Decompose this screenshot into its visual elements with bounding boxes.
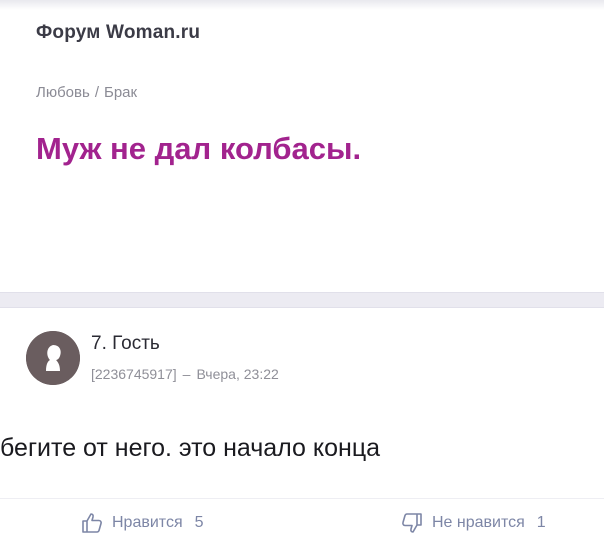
breadcrumb-separator: / (94, 84, 99, 101)
post-time: Вчера, 23:22 (196, 366, 279, 382)
like-button[interactable]: Нравится 5 (80, 510, 204, 536)
post-body: бегите от него. это начало конца (0, 434, 381, 462)
topic-title: Муж не дал колбасы. (36, 131, 362, 166)
avatar[interactable] (26, 331, 80, 385)
breadcrumb-item-marriage[interactable]: Брак (104, 84, 137, 101)
thumbs-down-icon (402, 513, 422, 533)
thumbs-up-icon (82, 513, 102, 533)
like-label: Нравится (112, 514, 183, 531)
post-author: 7. Гость (91, 333, 160, 354)
dislike-button[interactable]: Не нравится 1 (400, 510, 546, 536)
breadcrumb-item-love[interactable]: Любовь (36, 84, 90, 101)
dislike-label: Не нравится (432, 514, 525, 531)
dislike-count: 1 (536, 514, 546, 531)
section-divider (0, 292, 604, 308)
forum-name[interactable]: Форум Woman.ru (36, 22, 200, 44)
like-count: 5 (194, 514, 204, 531)
breadcrumb: Любовь / Брак (36, 84, 137, 101)
user-silhouette-icon (26, 331, 80, 385)
post-meta: [2236745917] – Вчера, 23:22 (91, 366, 279, 382)
post-meta-separator: – (182, 366, 191, 382)
top-shadow-bar (0, 0, 604, 10)
post-id: [2236745917] (91, 366, 177, 382)
footer-divider (0, 498, 604, 499)
